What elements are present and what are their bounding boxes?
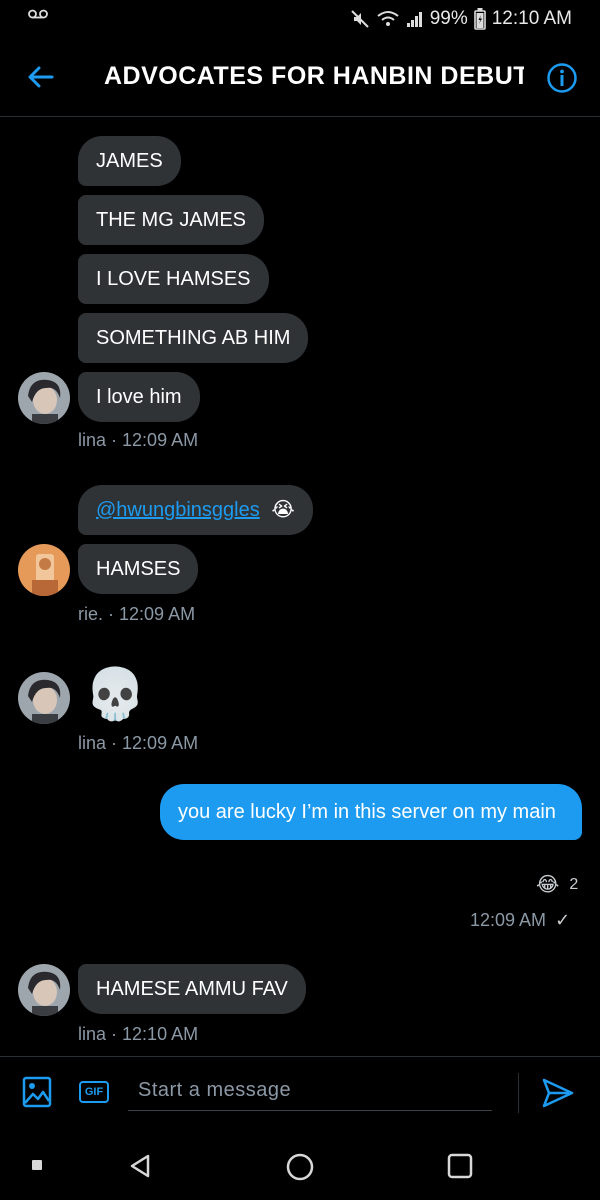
voicemail-icon: [28, 9, 48, 19]
emoji-message[interactable]: 💀: [84, 664, 146, 724]
recents-square-icon[interactable]: [446, 1152, 474, 1180]
system-nav-bar: [0, 1130, 600, 1200]
timestamp: 12:09 AM: [122, 430, 199, 450]
message-meta: lina · 12:09 AM: [78, 430, 198, 451]
timestamp: 12:10 AM: [122, 1024, 199, 1044]
avatar[interactable]: [18, 372, 70, 424]
clock: 12:10 AM: [491, 8, 572, 29]
avatar[interactable]: [18, 544, 70, 596]
conversation-title[interactable]: ADVOCATES FOR HANBIN DEBUT ...: [104, 62, 524, 91]
timestamp: 12:09 AM: [122, 733, 199, 753]
message-bubble[interactable]: SOMETHING AB HIM: [78, 313, 309, 363]
mute-icon: [350, 10, 369, 28]
message-bubble[interactable]: JAMES: [78, 136, 181, 186]
arrow-left-icon[interactable]: [24, 60, 58, 94]
conversation-header: ADVOCATES FOR HANBIN DEBUT ...: [0, 40, 600, 117]
message-bubble[interactable]: I LOVE HAMSES: [78, 254, 269, 304]
user-avatar-image: [18, 372, 70, 424]
info-icon[interactable]: [546, 62, 578, 94]
message-meta: 12:09 AM ✓: [470, 910, 570, 931]
meta-separator: ·: [103, 604, 120, 624]
message-bubble[interactable]: THE MG JAMES: [78, 195, 265, 245]
sender-name[interactable]: lina: [78, 1024, 106, 1044]
status-bar: 99% 12:10 AM: [0, 0, 600, 40]
message-bubble[interactable]: @hwungbinsggles 😭: [78, 485, 313, 535]
avatar[interactable]: [18, 964, 70, 1016]
sender-name[interactable]: rie.: [78, 604, 103, 624]
timestamp: 12:09 AM: [470, 910, 547, 930]
user-avatar-image: [18, 672, 70, 724]
home-circle-icon[interactable]: [285, 1152, 315, 1182]
timestamp: 12:09 AM: [119, 604, 196, 624]
message-composer: GIF: [0, 1056, 600, 1131]
message-meta: lina · 12:09 AM: [78, 733, 198, 754]
reaction-badge[interactable]: 😂 2: [536, 872, 578, 897]
avatar[interactable]: [18, 672, 70, 724]
read-check-icon: ✓: [555, 910, 571, 930]
signal-icon: [406, 12, 422, 27]
battery-percent: 99%: [429, 8, 468, 29]
message-bubble[interactable]: I love him: [78, 372, 200, 422]
sender-name[interactable]: lina: [78, 430, 106, 450]
battery-icon: [473, 8, 486, 30]
sent-message-bubble[interactable]: you are lucky I’m in this server on my m…: [160, 784, 582, 840]
user-avatar-image: [18, 544, 70, 596]
meta-separator: ·: [106, 733, 123, 753]
image-icon[interactable]: [22, 1075, 52, 1109]
message-bubble[interactable]: HAMESE AMMU FAV: [78, 964, 306, 1014]
reaction-count: 2: [569, 875, 579, 893]
mention-link[interactable]: @hwungbinsggles: [96, 499, 260, 521]
message-input[interactable]: [128, 1071, 492, 1111]
user-avatar-image: [18, 964, 70, 1016]
meta-separator: ·: [106, 430, 123, 450]
divider: [518, 1073, 519, 1113]
emoji: 😭: [271, 499, 295, 521]
sender-name[interactable]: lina: [78, 733, 106, 753]
gif-button[interactable]: GIF: [79, 1081, 109, 1103]
back-triangle-icon[interactable]: [126, 1152, 154, 1180]
send-icon[interactable]: [540, 1075, 576, 1111]
wifi-icon: [377, 11, 399, 26]
laughing-emoji-icon: 😂: [536, 874, 560, 896]
message-meta: rie. · 12:09 AM: [78, 604, 195, 625]
message-bubble[interactable]: HAMSES: [78, 544, 199, 594]
recent-dot-icon[interactable]: [32, 1160, 42, 1170]
message-meta: lina · 12:10 AM: [78, 1024, 198, 1045]
meta-separator: ·: [106, 1024, 123, 1044]
